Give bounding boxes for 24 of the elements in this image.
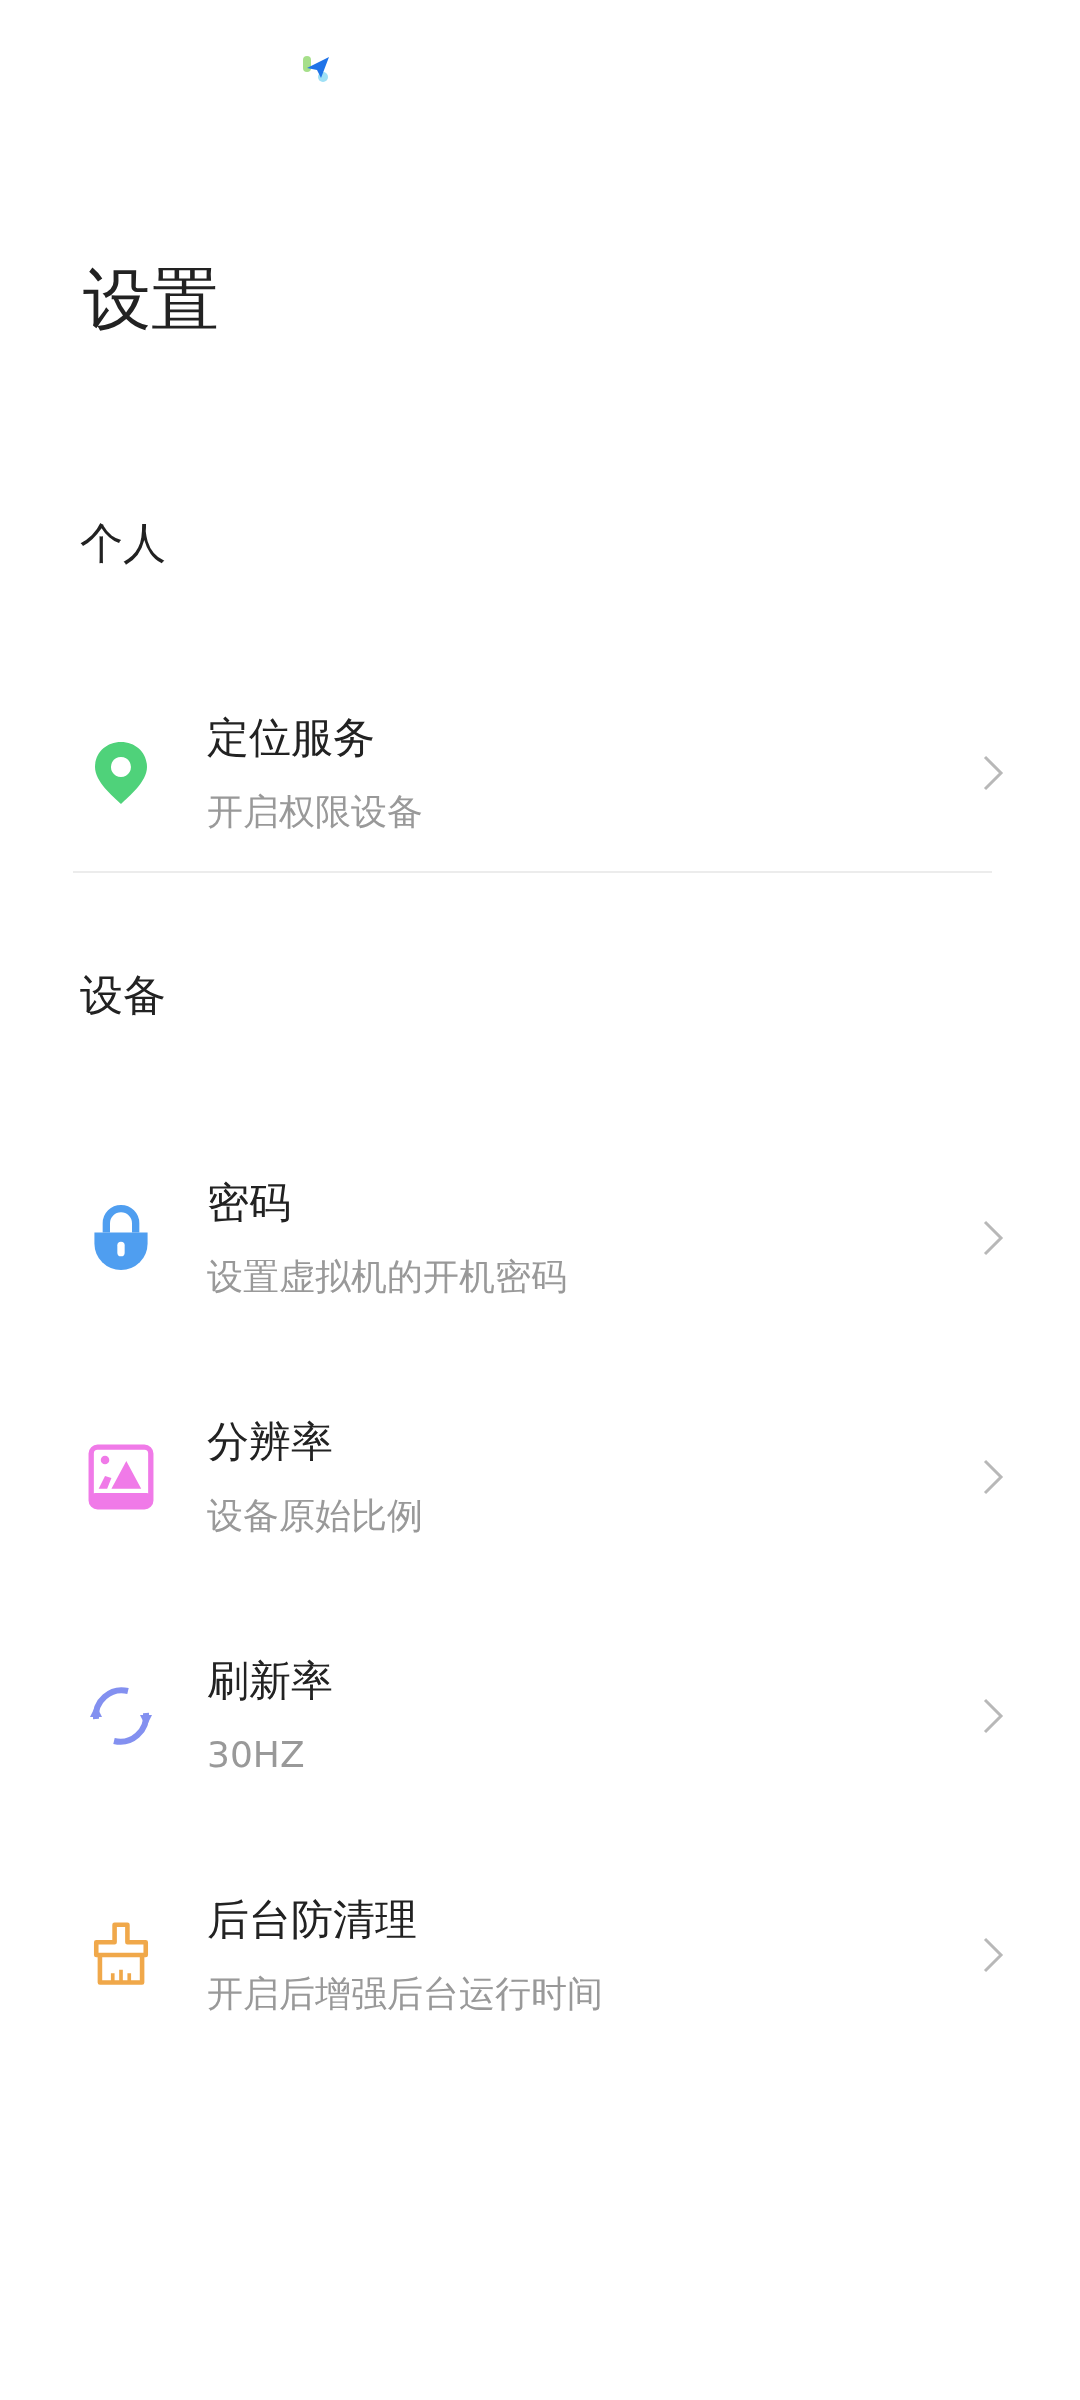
item-title: 定位服务 <box>207 712 376 764</box>
item-title: 刷新率 <box>207 1655 334 1707</box>
settings-item[interactable]: 分辨率 设备原始比例 <box>0 1412 1080 1542</box>
item-title: 后台防清理 <box>207 1894 418 1946</box>
item-subtitle: 开启后增强后台运行时间 <box>207 1972 604 2016</box>
page-title: 设置 <box>83 259 220 341</box>
settings-item[interactable]: 密码 设置虚拟机的开机密码 <box>0 1173 1080 1303</box>
section-heading: 设备 <box>80 969 167 1022</box>
settings-item[interactable]: 定位服务 开启权限设备 <box>0 708 1080 838</box>
item-subtitle: 设置虚拟机的开机密码 <box>207 1255 568 1299</box>
item-title: 密码 <box>207 1177 292 1229</box>
chevron-right-icon <box>982 1219 1004 1257</box>
item-subtitle: 30HZ <box>207 1733 306 1777</box>
chevron-right-icon <box>982 1936 1004 1974</box>
chevron-right-icon <box>982 1697 1004 1735</box>
image-icon <box>88 1444 154 1510</box>
section-heading: 个人 <box>80 517 167 570</box>
item-title: 分辨率 <box>207 1416 334 1468</box>
chevron-right-icon <box>982 1458 1004 1496</box>
item-subtitle: 设备原始比例 <box>207 1494 424 1538</box>
chevron-right-icon <box>982 754 1004 792</box>
item-subtitle: 开启权限设备 <box>207 790 424 834</box>
settings-item[interactable]: 后台防清理 开启后增强后台运行时间 <box>0 1890 1080 2020</box>
settings-item[interactable]: 刷新率 30HZ <box>0 1651 1080 1781</box>
